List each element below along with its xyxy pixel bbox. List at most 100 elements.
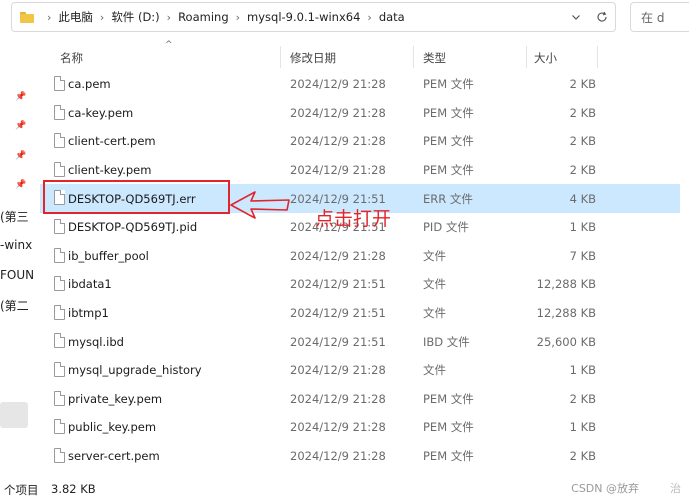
search-input[interactable]: 在 d <box>630 2 689 32</box>
file-type: PEM 文件 <box>423 449 474 464</box>
file-icon <box>54 361 65 377</box>
selection-size: 3.82 KB <box>51 482 96 496</box>
file-name: DESKTOP-QD569TJ.pid <box>68 220 198 235</box>
file-icon <box>54 447 65 463</box>
nav-item[interactable]: -winx <box>0 238 32 252</box>
file-type: PEM 文件 <box>423 163 474 178</box>
file-icon <box>54 218 65 234</box>
nav-item[interactable]: (第三 <box>0 208 29 225</box>
file-type: 文件 <box>423 363 446 378</box>
watermark: 治 <box>670 482 681 495</box>
file-row[interactable]: mysql_upgrade_history 2024/12/9 21:28 文件… <box>40 356 680 385</box>
file-size: 12,288 KB <box>536 277 596 292</box>
breadcrumb-item[interactable]: 此电脑 <box>58 9 93 25</box>
breadcrumb: › 此电脑 › 软件 (D:) › Roaming › mysql-9.0.1-… <box>40 9 405 25</box>
file-row[interactable]: public_key.pem 2024/12/9 21:28 PEM 文件 1 … <box>40 413 680 442</box>
nav-item[interactable]: FOUN <box>0 268 34 282</box>
file-type: ERR 文件 <box>423 191 473 206</box>
column-header-date[interactable]: 修改日期 <box>290 50 336 66</box>
file-icon <box>54 247 65 263</box>
file-list: ca.pem 2024/12/9 21:28 PEM 文件 2 KB ca-ke… <box>40 70 680 470</box>
file-name: client-cert.pem <box>68 134 156 149</box>
file-size: 2 KB <box>569 449 596 464</box>
file-size: 25,600 KB <box>536 334 596 349</box>
refresh-icon[interactable] <box>589 4 615 30</box>
file-row[interactable]: private_key.pem 2024/12/9 21:28 PEM 文件 2… <box>40 385 680 414</box>
file-icon <box>54 133 65 149</box>
pin-icon: 📌 <box>15 151 27 161</box>
file-icon <box>54 333 65 349</box>
file-name: mysql_upgrade_history <box>68 363 202 378</box>
file-type: PEM 文件 <box>423 391 474 406</box>
chevron-down-icon[interactable] <box>563 4 589 30</box>
column-divider[interactable] <box>526 46 527 68</box>
file-date: 2024/12/9 21:28 <box>290 248 386 263</box>
file-size: 2 KB <box>569 77 596 92</box>
file-date: 2024/12/9 21:28 <box>290 105 386 120</box>
file-type: 文件 <box>423 248 446 263</box>
breadcrumb-item[interactable]: Roaming <box>178 10 229 24</box>
file-icon <box>54 161 65 177</box>
annotation-text: 点击打开 <box>315 208 392 230</box>
sort-ascending-icon: ^ <box>165 40 173 50</box>
file-type: PEM 文件 <box>423 105 474 120</box>
file-icon <box>54 390 65 406</box>
column-header-type[interactable]: 类型 <box>423 50 446 66</box>
address-bar[interactable]: › 此电脑 › 软件 (D:) › Roaming › mysql-9.0.1-… <box>11 2 616 32</box>
column-divider[interactable] <box>413 46 414 68</box>
file-name: server-cert.pem <box>68 449 160 464</box>
file-row[interactable]: ca-key.pem 2024/12/9 21:28 PEM 文件 2 KB <box>40 99 680 128</box>
file-row[interactable]: server-cert.pem 2024/12/9 21:28 PEM 文件 2… <box>40 442 680 471</box>
column-header-name[interactable]: 名称 <box>60 50 83 66</box>
file-size: 7 KB <box>569 248 596 263</box>
file-row[interactable]: client-cert.pem 2024/12/9 21:28 PEM 文件 2… <box>40 127 680 156</box>
file-name: ca.pem <box>68 77 111 92</box>
file-row[interactable]: mysql.ibd 2024/12/9 21:51 IBD 文件 25,600 … <box>40 327 680 356</box>
column-header-size[interactable]: 大小 <box>534 50 557 66</box>
file-row[interactable]: ib_buffer_pool 2024/12/9 21:28 文件 7 KB <box>40 242 680 271</box>
file-icon <box>54 76 65 91</box>
nav-item[interactable]: (第二 <box>0 297 29 314</box>
file-date: 2024/12/9 21:28 <box>290 391 386 406</box>
file-name: private_key.pem <box>68 391 163 406</box>
file-date: 2024/12/9 21:28 <box>290 449 386 464</box>
column-divider[interactable] <box>597 46 598 68</box>
chevron-right-icon: › <box>47 10 52 24</box>
chevron-right-icon: › <box>166 10 172 24</box>
chevron-right-icon: › <box>367 10 372 24</box>
breadcrumb-item[interactable]: 软件 (D:) <box>111 9 159 25</box>
file-date: 2024/12/9 21:28 <box>290 163 386 178</box>
chevron-right-icon: › <box>99 10 105 24</box>
breadcrumb-item[interactable]: mysql-9.0.1-winx64 <box>247 10 360 24</box>
file-row[interactable]: ca.pem 2024/12/9 21:28 PEM 文件 2 KB <box>40 70 680 99</box>
file-size: 1 KB <box>569 363 596 378</box>
file-name: ibtmp1 <box>68 306 109 321</box>
file-size: 12,288 KB <box>536 306 596 321</box>
watermark: CSDN @放弃 <box>571 482 639 495</box>
file-type: 文件 <box>423 277 446 292</box>
file-icon <box>54 419 65 435</box>
file-date: 2024/12/9 21:51 <box>290 334 386 349</box>
file-size: 2 KB <box>569 391 596 406</box>
file-icon <box>54 104 65 120</box>
file-type: IBD 文件 <box>423 334 470 349</box>
column-header-row: ^ 名称 修改日期 类型 大小 <box>40 40 680 70</box>
pin-icon: 📌 <box>15 121 27 131</box>
file-type: PEM 文件 <box>423 134 474 149</box>
nav-item-selected[interactable] <box>0 402 28 428</box>
file-date: 2024/12/9 21:51 <box>290 277 386 292</box>
file-type: PEM 文件 <box>423 77 474 92</box>
file-name: ibdata1 <box>68 277 112 292</box>
file-type: PEM 文件 <box>423 420 474 435</box>
file-explorer-window: › 此电脑 › 软件 (D:) › Roaming › mysql-9.0.1-… <box>0 0 689 499</box>
file-name: client-key.pem <box>68 163 152 178</box>
file-row[interactable]: ibdata1 2024/12/9 21:51 文件 12,288 KB <box>40 270 680 299</box>
file-name: ca-key.pem <box>68 105 134 120</box>
file-row[interactable]: ibtmp1 2024/12/9 21:51 文件 12,288 KB <box>40 299 680 328</box>
file-size: 2 KB <box>569 105 596 120</box>
file-size: 4 KB <box>569 191 596 206</box>
breadcrumb-item[interactable]: data <box>379 10 405 24</box>
navigation-pane: 📌 📌 📌 📌 (第三 -winx FOUN (第二 <box>0 40 36 480</box>
file-type: 文件 <box>423 306 446 321</box>
column-divider[interactable] <box>280 46 281 68</box>
